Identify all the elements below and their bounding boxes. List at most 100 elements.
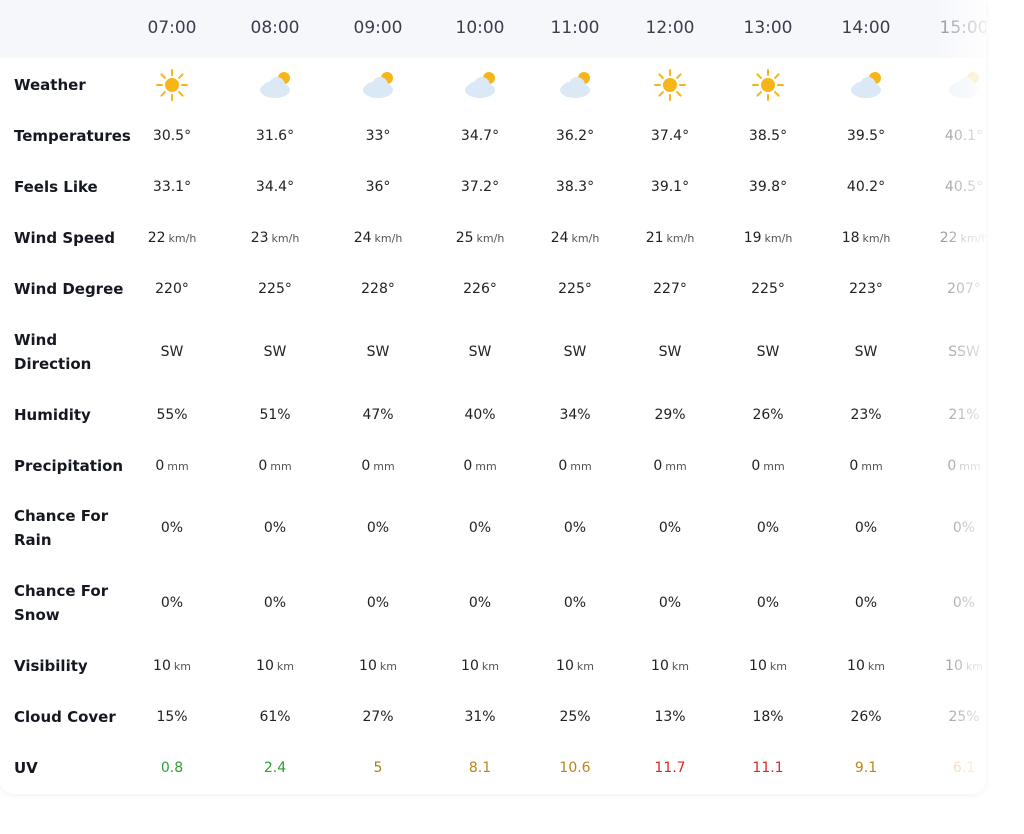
wind-direction-cell: SW [367, 344, 390, 360]
wind-direction-value: SW [468, 344, 492, 360]
wind-degree-cell: 227° [653, 281, 687, 297]
wind-speed-unit: km/h [960, 232, 986, 245]
cloud-cover-value: 27% [362, 709, 394, 725]
humidity-value: 40% [464, 407, 496, 423]
wind-speed-value: 22 [939, 230, 958, 246]
visibility-unit: km [965, 660, 983, 673]
temperatures-cell: 39.5° [847, 128, 885, 144]
feels-like-cell: 40.5° [945, 179, 983, 195]
wind-direction-value: SW [563, 344, 587, 360]
precipitation-unit: mm [959, 460, 981, 473]
hour-label: 08:00 [250, 18, 300, 38]
feels-like-cell: 40.2° [847, 179, 885, 195]
chance-rain-value: 0% [366, 520, 390, 536]
visibility-value: 10 [153, 658, 171, 674]
uv-value: 2.4 [263, 760, 287, 776]
precipitation-cell: 0 mm [947, 458, 980, 474]
chance-snow-value: 0% [263, 595, 287, 611]
temperatures-value: 31.6° [255, 128, 295, 144]
humidity-cell: 40% [464, 407, 495, 423]
cloud-cover-cell: 31% [464, 709, 495, 725]
precipitation-unit: mm [665, 460, 687, 473]
wind-direction-cell: SW [161, 344, 184, 360]
feels-like-value: 37.2° [460, 179, 500, 195]
precipitation-value: 0 [947, 458, 957, 474]
hour-label: 10:00 [455, 18, 505, 38]
feels-like-cell: 39.1° [651, 179, 689, 195]
chance-snow-cell: 0% [953, 595, 975, 611]
cloud-cover-cell: 25% [559, 709, 590, 725]
chance-snow-value: 0% [563, 595, 587, 611]
wind-speed-value: 19 [743, 230, 762, 246]
visibility-value: 10 [256, 658, 274, 674]
row-label-precipitation: Precipitation [14, 457, 124, 475]
chance-snow-cell: 0% [469, 595, 491, 611]
visibility-cell: 10 km [461, 658, 499, 674]
feels-like-value: 39.8° [748, 179, 788, 195]
wind-speed-unit: km/h [374, 232, 403, 245]
chance-snow-cell: 0% [757, 595, 779, 611]
temperatures-value: 36.2° [555, 128, 595, 144]
precipitation-unit: mm [270, 460, 292, 473]
cloud-cover-value: 61% [259, 709, 291, 725]
cloud-cover-value: 15% [156, 709, 188, 725]
visibility-unit: km [276, 660, 294, 673]
wind-degree-value: 220° [155, 281, 189, 297]
row-label-weather: Weather [14, 76, 86, 94]
row-label-uv: UV [14, 759, 38, 777]
visibility-cell: 10 km [651, 658, 689, 674]
partly-cloudy-icon [257, 68, 293, 102]
partly-cloudy-icon [462, 68, 498, 102]
wind-speed-value: 24 [550, 230, 569, 246]
row-label-line: Rain [14, 531, 52, 549]
precipitation-value: 0 [361, 458, 371, 474]
wind-direction-cell: SW [855, 344, 878, 360]
cloud-cover-cell: 25% [948, 709, 979, 725]
chance-rain-cell: 0% [161, 520, 183, 536]
wind-speed-value: 24 [353, 230, 372, 246]
wind-direction-cell: SW [659, 344, 682, 360]
chance-rain-value: 0% [160, 520, 184, 536]
chance-rain-value: 0% [468, 520, 492, 536]
row-label-line: Chance For [14, 507, 109, 525]
wind-speed-cell: 23 km/h [251, 230, 300, 246]
wind-speed-unit: km/h [476, 232, 505, 245]
feels-like-value: 40.5° [944, 179, 984, 195]
temperatures-cell: 38.5° [749, 128, 787, 144]
row-label-feels-like: Feels Like [14, 178, 98, 196]
precipitation-unit: mm [167, 460, 189, 473]
wind-speed-cell: 22 km/h [940, 230, 986, 246]
visibility-cell: 10 km [847, 658, 885, 674]
precipitation-value: 0 [751, 458, 761, 474]
humidity-cell: 34% [559, 407, 590, 423]
chance-rain-cell: 0% [953, 520, 975, 536]
wind-degree-cell: 220° [155, 281, 189, 297]
temperatures-value: 30.5° [152, 128, 192, 144]
partly-cloudy-icon [848, 68, 884, 102]
uv-value: 5 [373, 760, 383, 776]
cloud-cover-cell: 27% [362, 709, 393, 725]
temperatures-value: 39.5° [846, 128, 886, 144]
visibility-unit: km [379, 660, 397, 673]
humidity-cell: 51% [259, 407, 290, 423]
chance-rain-value: 0% [756, 520, 780, 536]
uv-value: 9.1 [854, 760, 878, 776]
humidity-cell: 47% [362, 407, 393, 423]
humidity-value: 34% [559, 407, 591, 423]
uv-value: 10.6 [559, 760, 591, 776]
precipitation-unit: mm [373, 460, 395, 473]
cloud-cover-value: 13% [654, 709, 686, 725]
wind-speed-value: 21 [645, 230, 664, 246]
wind-speed-cell: 18 km/h [842, 230, 891, 246]
humidity-value: 21% [948, 407, 980, 423]
row-label-wind-degree: Wind Degree [14, 280, 124, 298]
uv-cell: 2.4 [264, 760, 286, 776]
precipitation-cell: 0 mm [653, 458, 686, 474]
hour-label: 11:00 [550, 18, 600, 38]
visibility-unit: km [671, 660, 689, 673]
feels-like-cell: 39.8° [749, 179, 787, 195]
uv-cell: 11.1 [752, 760, 783, 776]
wind-direction-value: SW [366, 344, 390, 360]
wind-speed-cell: 24 km/h [354, 230, 403, 246]
precipitation-value: 0 [849, 458, 859, 474]
